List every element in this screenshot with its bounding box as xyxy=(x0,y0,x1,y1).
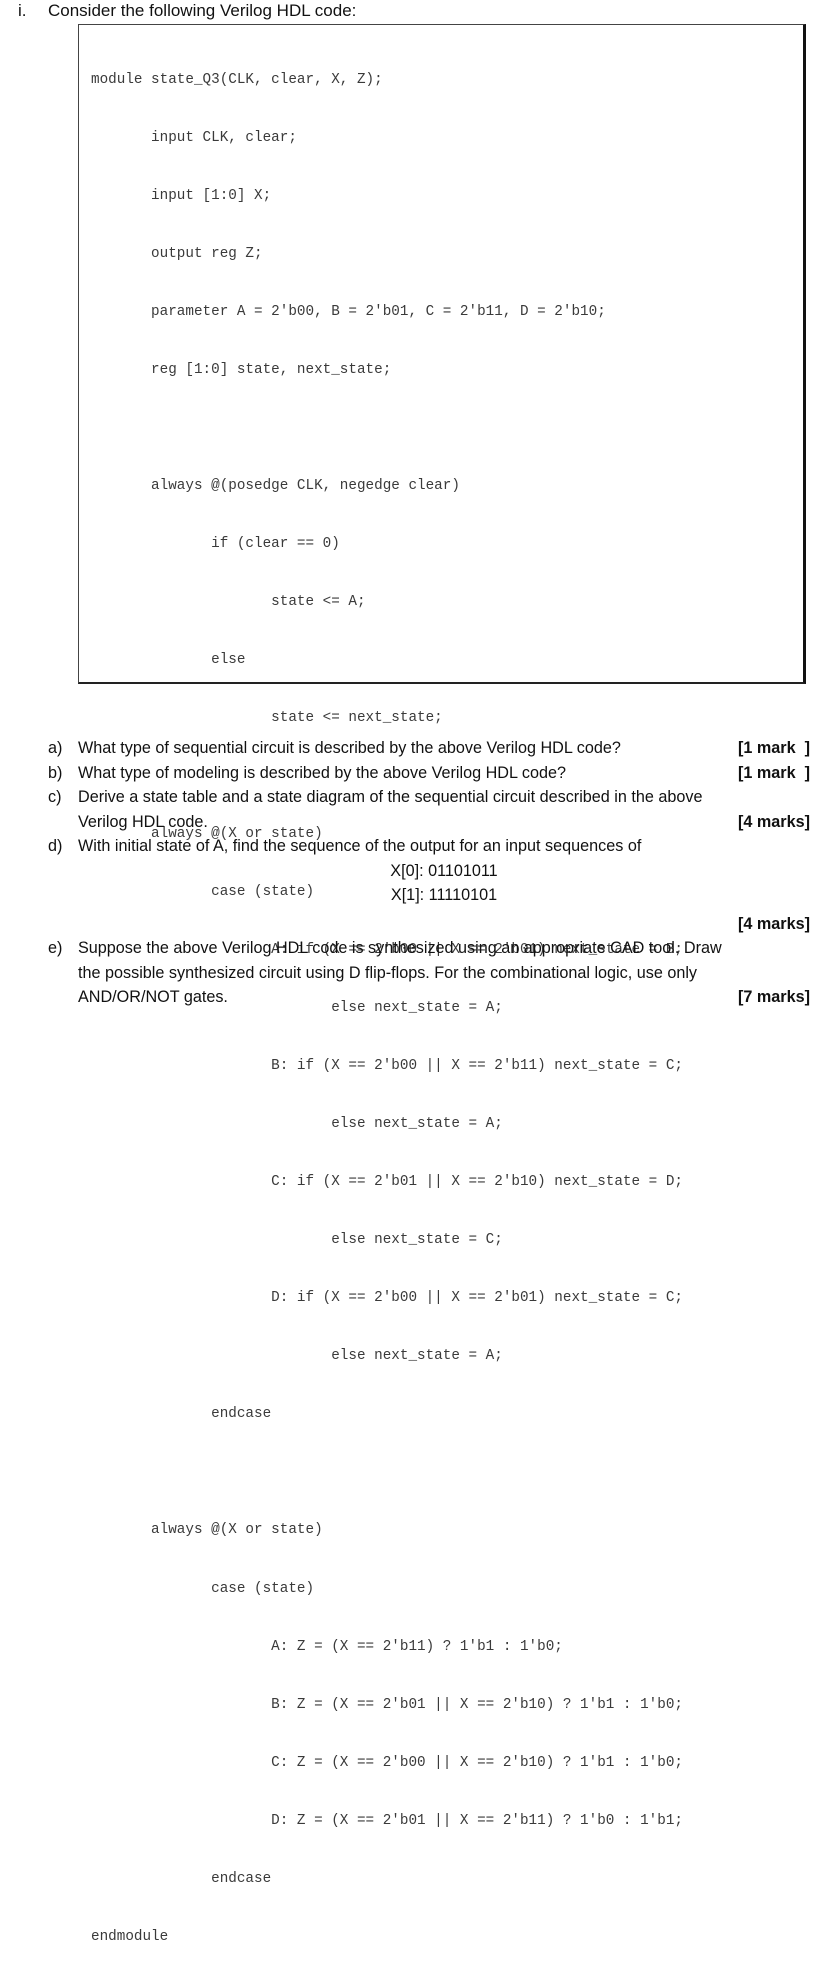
marks-label: [1 mark ] xyxy=(738,763,810,782)
code-line: state <= A; xyxy=(91,593,366,610)
question-d: d) With initial state of A, find the seq… xyxy=(48,834,810,859)
code-line: parameter A = 2'b00, B = 2'b01, C = 2'b1… xyxy=(91,303,606,320)
code-line: endmodule xyxy=(91,1928,169,1945)
question-list: a) What type of sequential circuit is de… xyxy=(48,736,810,1010)
code-line: if (clear == 0) xyxy=(91,535,340,552)
question-label: e) xyxy=(48,939,63,957)
question-text: AND/OR/NOT gates. xyxy=(78,988,228,1006)
code-line: always @(posedge CLK, negedge clear) xyxy=(91,477,460,494)
code-line: else next_state = A; xyxy=(91,1348,503,1365)
input-sequence-x1: X[1]: 11110101 xyxy=(390,886,498,904)
code-line: endcase xyxy=(91,1406,272,1423)
marks-label: [1 mark ] xyxy=(738,739,810,757)
question-text: Verilog HDL code. xyxy=(78,812,208,831)
input-sequence-x0: X[0]: 01101011 xyxy=(390,861,498,880)
code-line: C: if (X == 2'b01 || X == 2'b10) next_st… xyxy=(91,1174,683,1191)
code-line: output reg Z; xyxy=(91,245,263,262)
question-e: e) Suppose the above Verilog HDL code is… xyxy=(48,936,810,1010)
question-text: What type of sequential circuit is descr… xyxy=(78,739,621,757)
question-text: the possible synthesized circuit using D… xyxy=(78,963,698,982)
question-heading-text: Consider the following Verilog HDL code: xyxy=(48,1,357,20)
code-line: always @(X or state) xyxy=(91,1522,323,1539)
question-text: Suppose the above Verilog HDL code is sy… xyxy=(78,939,722,957)
code-line: C: Z = (X == 2'b00 || X == 2'b10) ? 1'b1… xyxy=(91,1754,683,1771)
code-line: input CLK, clear; xyxy=(91,129,297,146)
question-b: b) What type of modeling is described by… xyxy=(48,761,810,786)
code-line: else next_state = A; xyxy=(91,1116,503,1133)
question-label: a) xyxy=(48,739,63,757)
code-line: D: if (X == 2'b00 || X == 2'b01) next_st… xyxy=(91,1290,683,1307)
code-line: case (state) xyxy=(91,1580,315,1597)
marks-label: [4 marks] xyxy=(738,812,810,831)
question-text: What type of modeling is described by th… xyxy=(78,763,567,782)
question-c: c) Derive a state table and a state diag… xyxy=(48,785,810,834)
question-text: With initial state of A, find the sequen… xyxy=(78,837,642,855)
code-block: module state_Q3(CLK, clear, X, Z); input… xyxy=(78,24,806,1945)
code-line: B: if (X == 2'b00 || X == 2'b11) next_st… xyxy=(91,1058,683,1075)
question-label: c) xyxy=(48,788,62,806)
code-line: module state_Q3(CLK, clear, X, Z); xyxy=(91,71,383,88)
question-label: d) xyxy=(48,837,63,855)
question-a: a) What type of sequential circuit is de… xyxy=(48,736,810,761)
code-line: input [1:0] X; xyxy=(91,187,272,204)
code-line: B: Z = (X == 2'b01 || X == 2'b10) ? 1'b1… xyxy=(91,1696,683,1713)
code-line: reg [1:0] state, next_state; xyxy=(91,361,392,378)
question-text: Derive a state table and a state diagram… xyxy=(78,788,703,806)
marks-label: [4 marks] xyxy=(738,914,810,933)
code-line: D: Z = (X == 2'b01 || X == 2'b11) ? 1'b0… xyxy=(91,1812,683,1829)
code-line: else xyxy=(91,652,246,668)
question-label: b) xyxy=(48,763,63,782)
code-line: A: Z = (X == 2'b11) ? 1'b1 : 1'b0; xyxy=(91,1638,563,1655)
marks-label: [7 marks] xyxy=(738,988,810,1006)
code-line: else next_state = C; xyxy=(91,1232,503,1249)
question-heading: i. Consider the following Verilog HDL cod… xyxy=(18,0,356,22)
code-line: state <= next_state; xyxy=(91,710,443,727)
question-number: i. xyxy=(18,1,27,20)
code-line: endcase xyxy=(91,1870,272,1887)
